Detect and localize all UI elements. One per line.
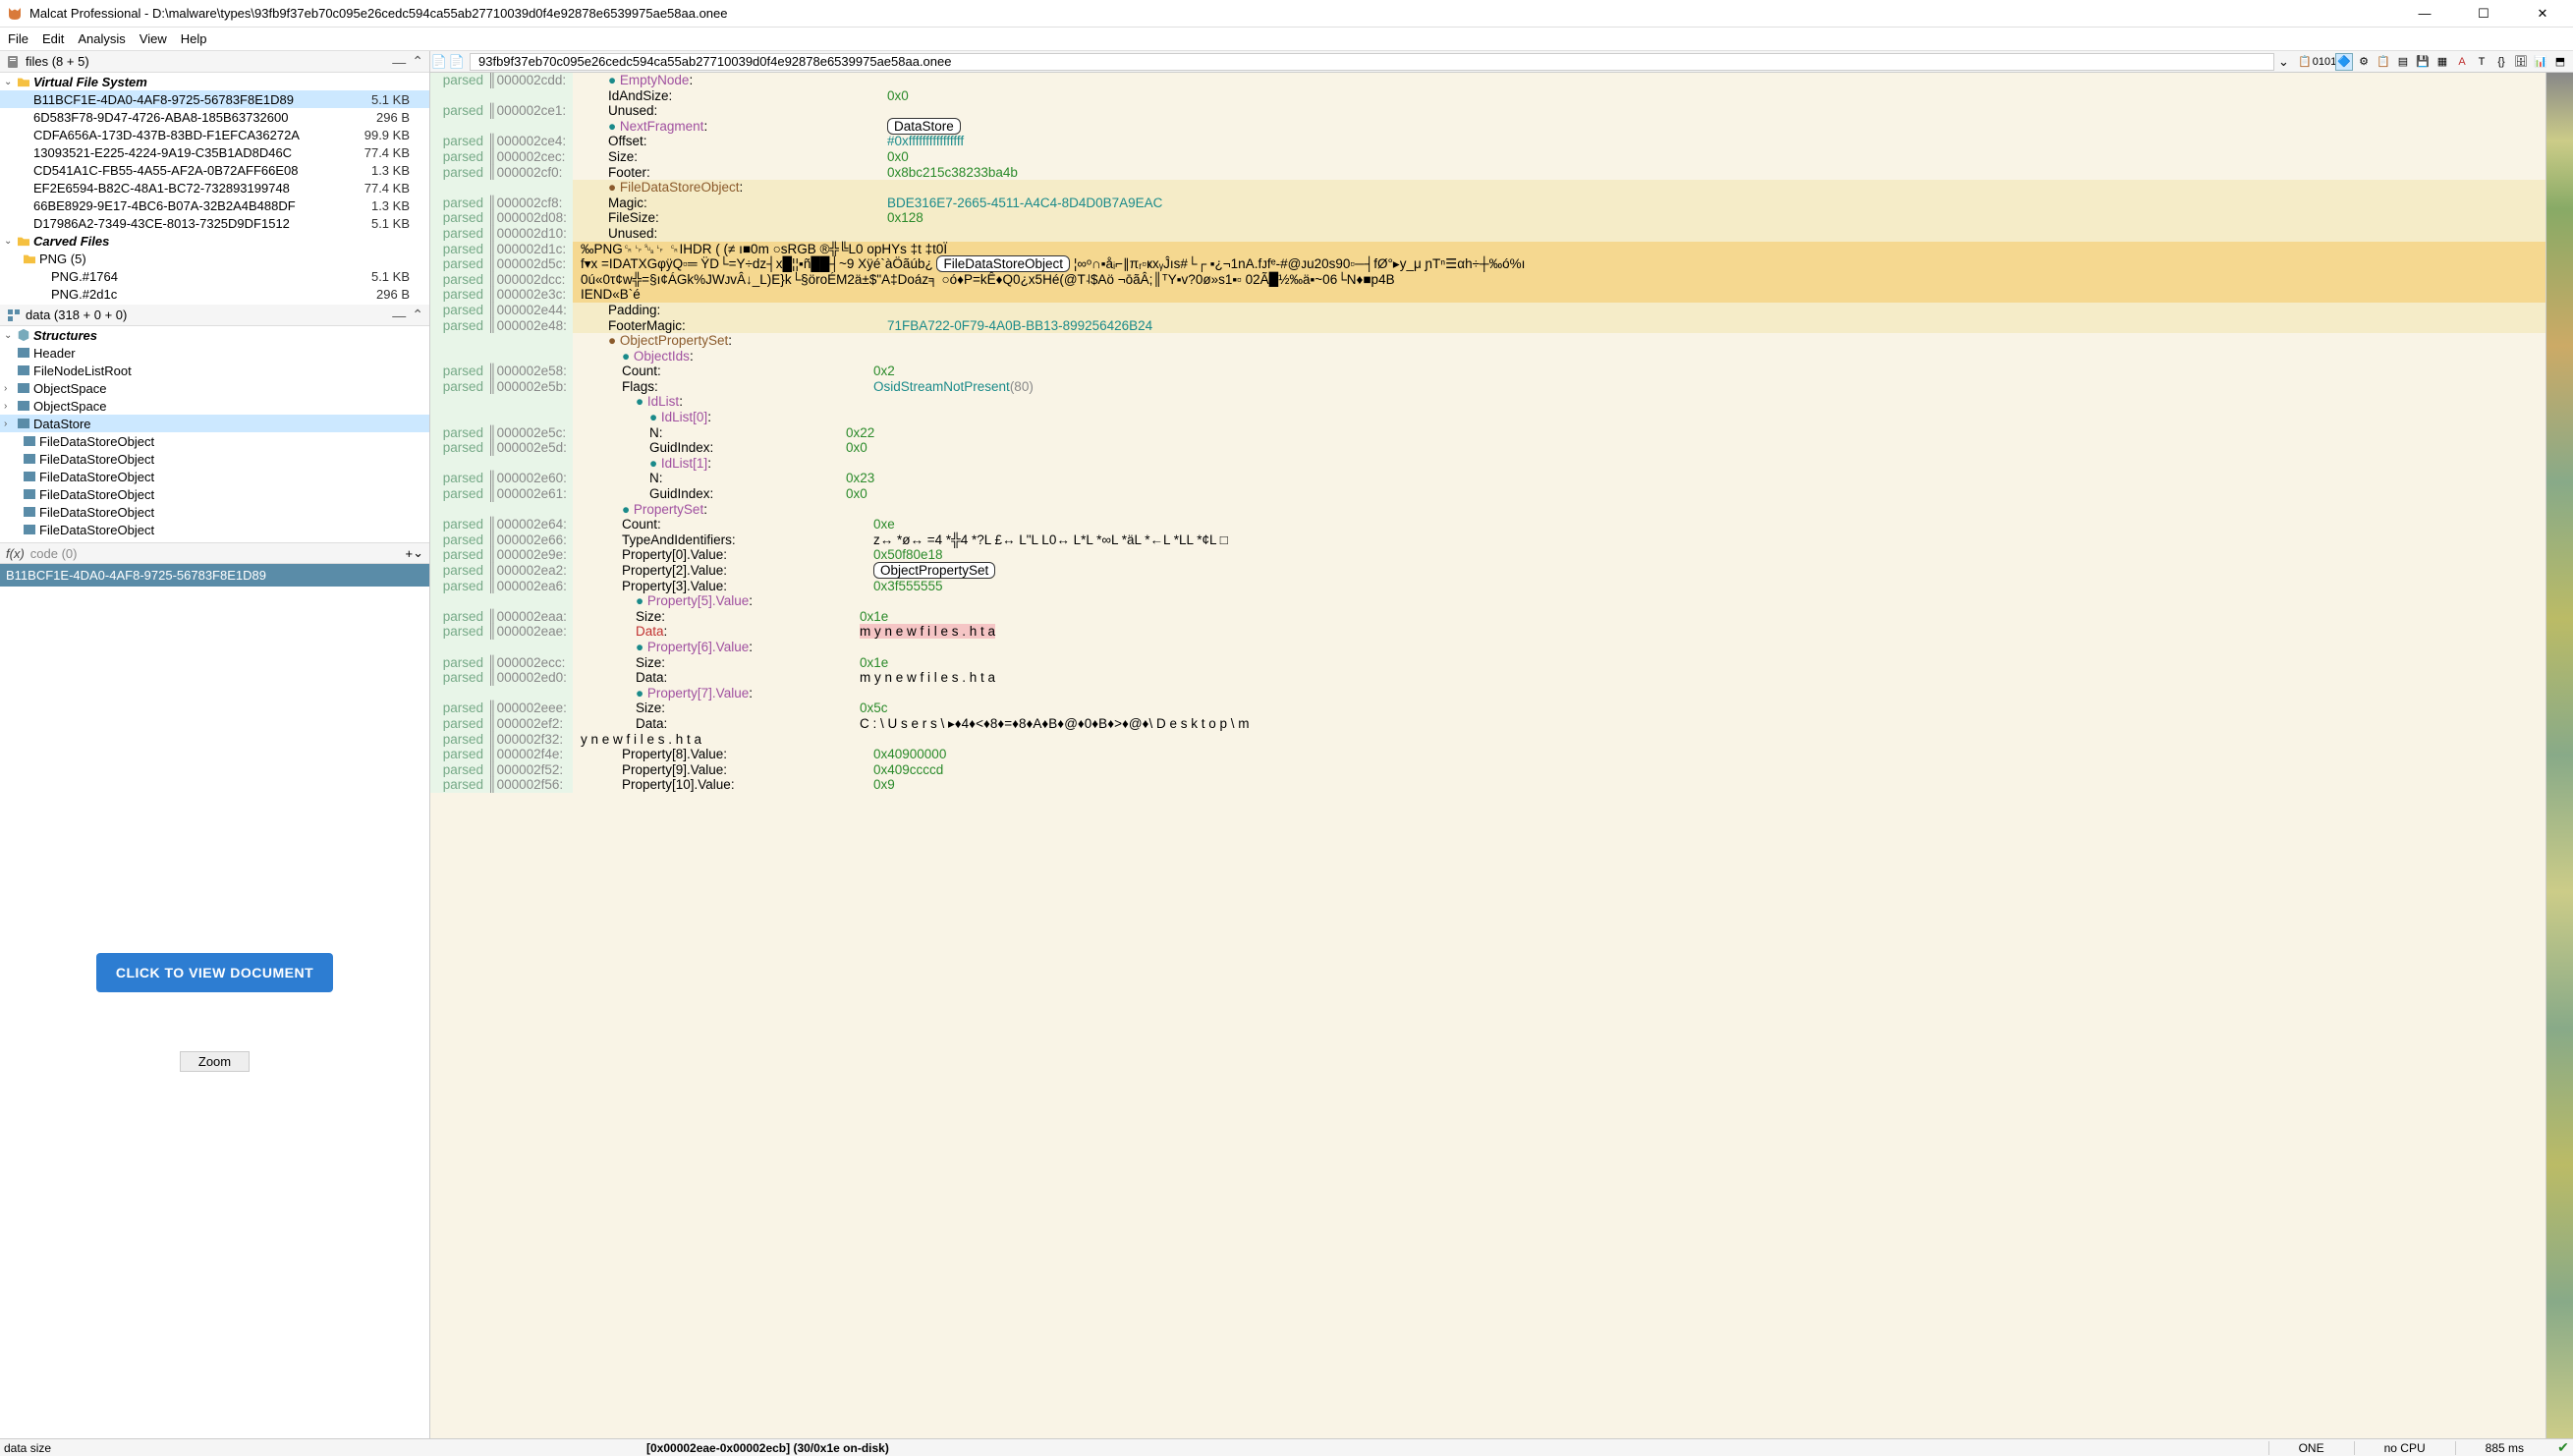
status-selection: [0x00002eae-0x00002ecb] (30/0x1e on-disk…: [430, 1441, 2268, 1455]
status-left: data size: [0, 1441, 430, 1455]
status-filetype[interactable]: ONE: [2268, 1441, 2354, 1455]
tool-sheet[interactable]: ▤: [2394, 53, 2412, 71]
tool-copy[interactable]: 📋: [2375, 53, 2392, 71]
minimize-button[interactable]: —: [2410, 6, 2439, 22]
files-panel-label: files (8 + 5): [26, 54, 386, 69]
files-tree[interactable]: ⌄Virtual File SystemB11BCF1E-4DA0-4AF8-9…: [0, 73, 429, 305]
menu-help[interactable]: Help: [181, 31, 207, 46]
tool-chart[interactable]: 📊: [2532, 53, 2549, 71]
panel-expand-icon[interactable]: ⌄: [413, 545, 423, 561]
app-icon: [6, 5, 24, 23]
file-alt-icon: 📄: [448, 54, 466, 70]
tool-braces[interactable]: {}: [2492, 53, 2510, 71]
code-panel-header[interactable]: f(x) code (0) + ⌄: [0, 542, 429, 564]
dump-view[interactable]: parsed║000002cdd:● EmptyNode: IdAndSize:…: [430, 73, 2573, 1438]
heatmap-scrollbar[interactable]: [2545, 73, 2573, 1438]
tool-stack[interactable]: ▦: [2433, 53, 2451, 71]
tool-disk[interactable]: 💾: [2414, 53, 2432, 71]
maximize-button[interactable]: ☐: [2469, 6, 2498, 22]
add-icon[interactable]: +: [406, 546, 414, 561]
panel-minimize-icon[interactable]: —: [392, 54, 406, 70]
code-panel-label: code (0): [30, 546, 406, 561]
zoom-button[interactable]: Zoom: [180, 1051, 250, 1072]
tool-font[interactable]: A: [2453, 53, 2471, 71]
menu-file[interactable]: File: [8, 31, 28, 46]
file-path-field[interactable]: 93fb9f37eb70c095e26cedc594ca55ab27710039…: [470, 53, 2274, 71]
tool-text[interactable]: T: [2473, 53, 2490, 71]
menu-view[interactable]: View: [140, 31, 167, 46]
preview-pane: CLICK TO VIEW DOCUMENT Zoom: [0, 587, 429, 1438]
tool-db[interactable]: 🗄: [2512, 53, 2530, 71]
data-panel-header[interactable]: data (318 + 0 + 0) — ⌃: [0, 305, 429, 326]
files-icon: [6, 54, 22, 70]
panel-expand-icon[interactable]: ⌃: [412, 53, 423, 70]
panel-minimize-icon[interactable]: —: [392, 308, 406, 323]
tool-hex[interactable]: 0101: [2316, 53, 2333, 71]
menubar: File Edit Analysis View Help: [0, 28, 2573, 51]
tool-gear[interactable]: ⚙: [2355, 53, 2373, 71]
data-icon: [6, 308, 22, 323]
file-icon: 📄: [430, 54, 448, 70]
status-ok-icon: ✔: [2553, 1439, 2573, 1456]
menu-analysis[interactable]: Analysis: [78, 31, 125, 46]
data-panel-label: data (318 + 0 + 0): [26, 308, 386, 322]
tool-summary[interactable]: 📋: [2296, 53, 2314, 71]
data-tree[interactable]: ⌄StructuresHeaderFileNodeListRoot›Object…: [0, 326, 429, 542]
menu-edit[interactable]: Edit: [42, 31, 64, 46]
status-cpu[interactable]: no CPU: [2354, 1441, 2455, 1455]
files-panel-header[interactable]: files (8 + 5) — ⌃: [0, 51, 429, 73]
tool-diff[interactable]: ⬒: [2551, 53, 2569, 71]
titlebar: Malcat Professional - D:\malware\types\9…: [0, 0, 2573, 28]
dropdown-icon[interactable]: ⌄: [2278, 54, 2292, 70]
close-button[interactable]: ✕: [2528, 6, 2557, 22]
status-time: 885 ms: [2455, 1441, 2553, 1455]
fx-icon: f(x): [6, 546, 25, 561]
statusbar: data size [0x00002eae-0x00002ecb] (30/0x…: [0, 1438, 2573, 1456]
panel-expand-icon[interactable]: ⌃: [412, 307, 423, 323]
tool-structure[interactable]: 🔷: [2335, 53, 2353, 71]
right-toolbar: 📄 📄 93fb9f37eb70c095e26cedc594ca55ab2771…: [430, 51, 2573, 73]
selection-bar: B11BCF1E-4DA0-4AF8-9725-56783F8E1D89: [0, 564, 429, 587]
window-title: Malcat Professional - D:\malware\types\9…: [29, 6, 2410, 21]
view-document-button[interactable]: CLICK TO VIEW DOCUMENT: [96, 953, 333, 992]
